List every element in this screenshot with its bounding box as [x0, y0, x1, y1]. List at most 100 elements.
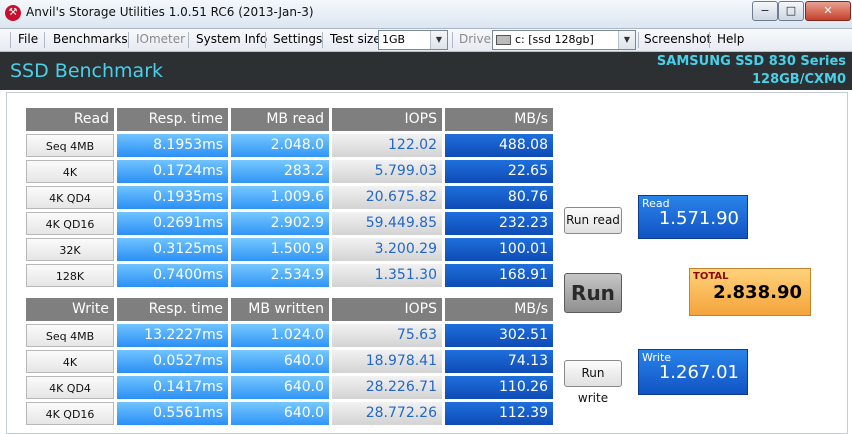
write-row-label: 4K — [26, 350, 114, 373]
write-header-iops: IOPS — [332, 298, 442, 321]
write-row-label: 4K QD4 — [26, 376, 114, 399]
test-size-label: Test size — [330, 32, 381, 46]
read-header-label: Read — [26, 108, 114, 131]
read-resp-time: 8.1953ms — [117, 134, 228, 157]
menu-separator — [265, 32, 266, 48]
menu-system-info[interactable]: System Info — [196, 32, 267, 46]
write-iops: 28.772.26 — [332, 402, 442, 425]
menu-separator — [44, 32, 45, 48]
read-row-label: 4K — [26, 160, 114, 183]
menu-help[interactable]: Help — [717, 32, 744, 46]
maximize-button[interactable]: □ — [778, 1, 804, 21]
read-row-label: 128K — [26, 264, 114, 287]
total-score-value: 2.838.90 — [713, 282, 802, 303]
drive-firmware: 128GB/CXM0 — [751, 72, 846, 87]
run-read-button[interactable]: Run read — [564, 207, 622, 234]
run-button[interactable]: Run — [564, 273, 622, 313]
menu-file[interactable]: File — [18, 32, 38, 46]
read-iops: 1.351.30 — [332, 264, 442, 287]
read-mb: 1.500.9 — [231, 238, 329, 261]
menu-benchmarks[interactable]: Benchmarks — [53, 32, 128, 46]
test-size-select[interactable]: 1GB ▼ — [378, 30, 448, 50]
menu-screenshot[interactable]: Screenshot — [644, 32, 711, 46]
read-mbs: 168.91 — [445, 264, 553, 287]
write-score-box: Write 1.267.01 — [638, 349, 748, 395]
read-mbs: 488.08 — [445, 134, 553, 157]
write-mb: 640.0 — [231, 402, 329, 425]
read-mbs: 100.01 — [445, 238, 553, 261]
drive-select[interactable]: c: [ssd 128gb] ▼ — [492, 30, 636, 50]
read-iops: 5.799.03 — [332, 160, 442, 183]
write-resp-time: 13.2227ms — [117, 324, 228, 347]
read-iops: 122.02 — [332, 134, 442, 157]
read-mb: 2.048.0 — [231, 134, 329, 157]
page-title: SSD Benchmark — [10, 60, 164, 82]
read-resp-time: 0.2691ms — [117, 212, 228, 235]
drive-icon — [496, 35, 511, 45]
drive-model: SAMSUNG SSD 830 Series — [656, 54, 846, 69]
run-write-button[interactable]: Run write — [564, 360, 622, 405]
read-score-box: Read 1.571.90 — [638, 195, 748, 239]
write-iops: 75.63 — [332, 324, 442, 347]
write-score-value: 1.267.01 — [658, 362, 739, 383]
menu-separator — [322, 32, 323, 48]
menu-separator — [128, 32, 129, 48]
write-header-mbs: MB/s — [445, 298, 553, 321]
menu-separator — [709, 32, 710, 48]
read-header-mbs: MB/s — [445, 108, 553, 131]
drive-label: Drive — [459, 32, 491, 46]
menu-separator — [10, 32, 11, 48]
write-header-resp-time: Resp. time — [117, 298, 228, 321]
read-row-label: Seq 4MB — [26, 134, 114, 157]
menu-separator — [638, 32, 639, 48]
write-mbs: 112.39 — [445, 402, 553, 425]
close-button[interactable]: ✕ — [805, 1, 851, 21]
write-mbs: 110.26 — [445, 376, 553, 399]
read-mbs: 22.65 — [445, 160, 553, 183]
benchmark-panel: Read Resp. time MB read IOPS MB/s Seq 4M… — [6, 92, 848, 434]
read-resp-time: 0.1935ms — [117, 186, 228, 209]
write-iops: 18.978.41 — [332, 350, 442, 373]
minimize-button[interactable]: − — [752, 1, 778, 21]
read-mbs: 232.23 — [445, 212, 553, 235]
read-header-iops: IOPS — [332, 108, 442, 131]
write-resp-time: 0.5561ms — [117, 402, 228, 425]
read-score-value: 1.571.90 — [658, 208, 739, 229]
write-resp-time: 0.1417ms — [117, 376, 228, 399]
title-bar: ⚒ Anvil's Storage Utilities 1.0.51 RC6 (… — [0, 0, 852, 29]
menu-settings[interactable]: Settings — [273, 32, 322, 46]
read-row-label: 32K — [26, 238, 114, 261]
write-header-mb-written: MB written — [231, 298, 329, 321]
menu-separator — [188, 32, 189, 48]
test-size-value: 1GB — [382, 33, 406, 46]
menu-bar: File Benchmarks IOmeter System Info Sett… — [0, 29, 852, 52]
read-iops: 3.200.29 — [332, 238, 442, 261]
read-iops: 59.449.85 — [332, 212, 442, 235]
read-resp-time: 0.3125ms — [117, 238, 228, 261]
write-mbs: 74.13 — [445, 350, 553, 373]
chevron-down-icon[interactable]: ▼ — [618, 31, 635, 49]
window-title: Anvil's Storage Utilities 1.0.51 RC6 (20… — [26, 5, 314, 19]
total-score-caption: TOTAL — [693, 271, 729, 282]
write-iops: 28.226.71 — [332, 376, 442, 399]
read-resp-time: 0.1724ms — [117, 160, 228, 183]
write-mb: 640.0 — [231, 350, 329, 373]
read-header-resp-time: Resp. time — [117, 108, 228, 131]
chevron-down-icon[interactable]: ▼ — [430, 31, 447, 49]
write-resp-time: 0.0527ms — [117, 350, 228, 373]
read-header-mb-read: MB read — [231, 108, 329, 131]
write-mb: 1.024.0 — [231, 324, 329, 347]
write-row-label: Seq 4MB — [26, 324, 114, 347]
menu-separator — [452, 32, 453, 48]
menu-iometer[interactable]: IOmeter — [136, 32, 185, 46]
write-row-label: 4K QD16 — [26, 402, 114, 425]
read-resp-time: 0.7400ms — [117, 264, 228, 287]
total-score-box: TOTAL 2.838.90 — [689, 268, 811, 316]
write-mbs: 302.51 — [445, 324, 553, 347]
read-mb: 2.902.9 — [231, 212, 329, 235]
read-row-label: 4K QD16 — [26, 212, 114, 235]
read-iops: 20.675.82 — [332, 186, 442, 209]
read-mb: 2.534.9 — [231, 264, 329, 287]
write-header-label: Write — [26, 298, 114, 321]
read-row-label: 4K QD4 — [26, 186, 114, 209]
